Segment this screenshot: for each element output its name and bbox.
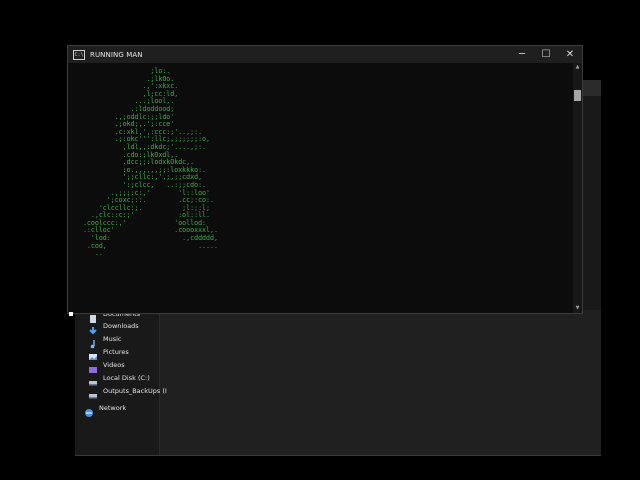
close-button[interactable]: ✕	[558, 46, 582, 63]
maximize-button[interactable]: ☐	[534, 46, 558, 63]
nav-item-local-disk[interactable]: Local Disk (C:)	[88, 371, 150, 385]
scroll-up-icon[interactable]: ▲	[574, 65, 581, 70]
nav-item-label: Network	[99, 403, 127, 412]
nav-item-label: Music	[103, 334, 122, 343]
pictures-icon	[88, 347, 98, 360]
nav-item-label: Outputs_BackUps (I	[103, 386, 167, 395]
ascii-art-running-man: ;lo:. .;lkOo. .,':xkxc. ,l;cc:ld, ...;lo…	[82, 67, 218, 258]
explorer-title-edge	[583, 80, 601, 96]
terminal-output[interactable]: ;lo:. .;lkOo. .,':xkxc. ,l;cc:ld, ...;lo…	[68, 63, 573, 313]
explorer-content-pane	[159, 310, 601, 456]
console-app-icon: C:\	[73, 49, 85, 60]
music-icon	[88, 334, 98, 348]
videos-icon	[88, 360, 98, 373]
nav-item-videos[interactable]: Videos	[88, 358, 125, 373]
drive-icon	[88, 373, 98, 385]
window-controls: ─ ☐ ✕	[510, 46, 582, 63]
minimize-button[interactable]: ─	[510, 46, 534, 63]
drive-icon	[88, 386, 98, 398]
nav-item-downloads[interactable]: Downloads	[88, 319, 139, 334]
nav-item-music[interactable]: Music	[88, 332, 122, 348]
mouse-cursor-fragment	[69, 312, 73, 316]
scroll-down-icon[interactable]: ▼	[574, 306, 581, 311]
nav-item-label: Videos	[103, 360, 125, 369]
terminal-window[interactable]: C:\ RUNNING MAN ─ ☐ ✕ ;lo:. .;lkOo. .,':…	[67, 45, 583, 314]
downloads-icon	[88, 321, 98, 334]
explorer-bottom-border	[75, 455, 601, 456]
network-icon	[84, 403, 94, 417]
scrollbar-thumb[interactable]	[574, 90, 581, 101]
terminal-title-bar[interactable]: C:\ RUNNING MAN ─ ☐ ✕	[68, 46, 582, 63]
window-title: RUNNING MAN	[90, 50, 143, 59]
vertical-scrollbar[interactable]: ▲ ▼	[573, 63, 582, 313]
nav-item-pictures[interactable]: Pictures	[88, 345, 129, 360]
nav-item-outputs-backups[interactable]: Outputs_BackUps (I	[88, 384, 167, 398]
nav-item-label: Downloads	[103, 321, 139, 330]
nav-item-label: Local Disk (C:)	[103, 373, 150, 382]
nav-item-label: Pictures	[103, 347, 129, 356]
nav-item-network[interactable]: Network	[84, 401, 127, 417]
